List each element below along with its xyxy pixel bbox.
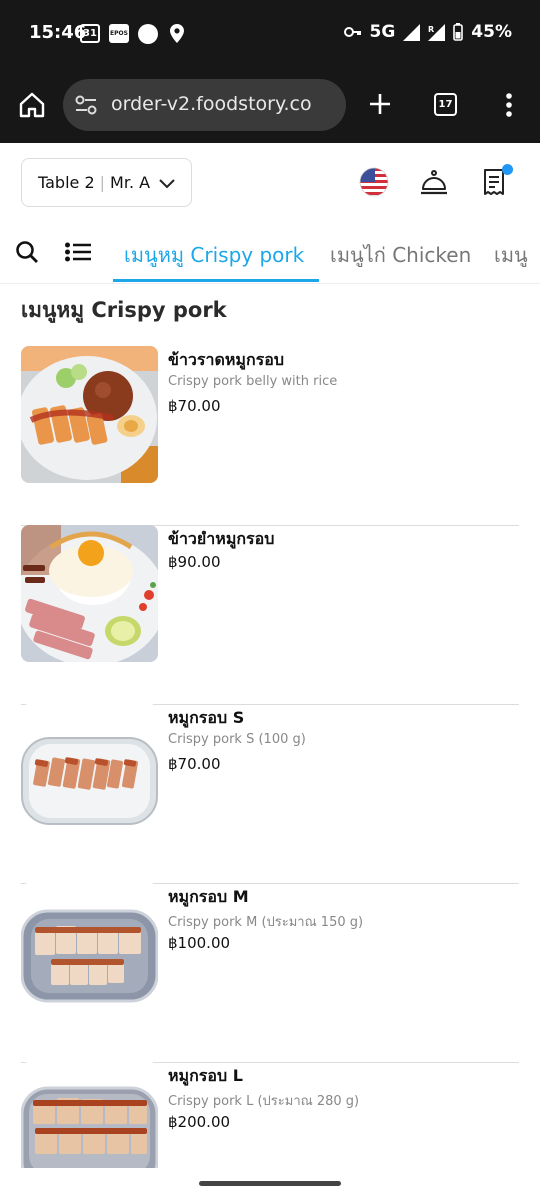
network-type: 5G bbox=[369, 22, 396, 42]
browser-toolbar: order-v2.foodstory.co 17 bbox=[0, 66, 540, 143]
item-name: หมูกรอบ S bbox=[168, 708, 245, 727]
item-name: หมูกรอบ M bbox=[168, 887, 249, 906]
category-list-icon[interactable] bbox=[65, 242, 91, 262]
active-tab-indicator bbox=[113, 279, 319, 282]
address-bar[interactable]: order-v2.foodstory.co bbox=[63, 79, 346, 131]
item-price: ฿70.00 bbox=[168, 755, 221, 773]
calendar-icon: 31 bbox=[80, 24, 100, 43]
gesture-home-bar[interactable] bbox=[199, 1181, 341, 1186]
item-photo bbox=[21, 883, 158, 1020]
item-name: หมูกรอบ L bbox=[168, 1066, 243, 1085]
menu-item[interactable]: หมูกรอบ S Crispy pork S (100 g) ฿70.00 bbox=[21, 704, 519, 884]
section-title: เมนูหมู Crispy pork bbox=[21, 298, 227, 322]
item-price: ฿90.00 bbox=[168, 553, 221, 571]
menu-item[interactable]: ข้าวราดหมูกรอบ Crispy pork belly with ri… bbox=[21, 346, 519, 526]
menu-item[interactable]: หมูกรอบ L Crispy pork L (ประมาณ 280 g) ฿… bbox=[21, 1062, 519, 1200]
order-receipt-button[interactable] bbox=[478, 164, 513, 198]
us-flag-language-icon[interactable] bbox=[358, 166, 390, 198]
home-icon[interactable] bbox=[18, 91, 46, 119]
category-tab-bar: เมนูหมู Crispy pork เมนูไก่ Chicken เมนู bbox=[0, 218, 540, 284]
chevron-down-icon bbox=[159, 179, 175, 189]
site-settings-icon[interactable] bbox=[75, 95, 97, 115]
tab-crispy-pork[interactable]: เมนูหมู Crispy pork bbox=[124, 239, 304, 271]
signal-icon bbox=[403, 23, 421, 41]
notification-badge bbox=[502, 164, 513, 175]
circle-notification-icon bbox=[138, 24, 158, 44]
item-description: Crispy pork S (100 g) bbox=[168, 732, 306, 747]
table-selector-button[interactable]: Table 2 | Mr. A bbox=[21, 158, 192, 207]
item-price: ฿70.00 bbox=[168, 397, 221, 415]
item-name: ข้าวราดหมูกรอบ bbox=[168, 350, 285, 369]
status-time: 15:46 bbox=[29, 22, 87, 43]
item-photo bbox=[21, 525, 158, 662]
new-tab-icon[interactable] bbox=[366, 90, 394, 118]
table-separator: | bbox=[99, 173, 106, 192]
svg-text:R: R bbox=[428, 25, 434, 34]
menu-item[interactable]: ข้าวยำหมูกรอบ ฿90.00 bbox=[21, 525, 519, 705]
url-text: order-v2.foodstory.co bbox=[111, 93, 312, 115]
location-icon bbox=[170, 24, 184, 43]
vpn-key-icon bbox=[343, 27, 361, 37]
item-description: Crispy pork M (ประมาณ 150 g) bbox=[168, 915, 364, 930]
tab-next-category[interactable]: เมนู bbox=[494, 239, 528, 271]
item-price: ฿100.00 bbox=[168, 934, 231, 952]
signal-roaming-icon: R bbox=[428, 23, 446, 41]
tab-chicken[interactable]: เมนูไก่ Chicken bbox=[330, 239, 471, 271]
battery-percent: 45% bbox=[471, 22, 512, 42]
item-name: ข้าวยำหมูกรอบ bbox=[168, 529, 275, 548]
epos-app-icon: EPOS bbox=[109, 24, 129, 43]
table-label: Table 2 bbox=[38, 173, 95, 192]
tab-switcher-button[interactable]: 17 bbox=[434, 93, 457, 116]
item-description: Crispy pork L (ประมาณ 280 g) bbox=[168, 1094, 360, 1109]
customer-name: Mr. A bbox=[110, 173, 151, 192]
search-icon[interactable] bbox=[15, 240, 39, 264]
status-bar: 15:46 31 EPOS 5G R 45% bbox=[0, 0, 540, 66]
status-right-group: 5G R 45% bbox=[343, 22, 512, 42]
battery-icon bbox=[453, 23, 464, 41]
item-photo bbox=[21, 346, 158, 483]
item-description: Crispy pork belly with rice bbox=[168, 374, 338, 389]
item-photo bbox=[21, 1062, 158, 1168]
item-price: ฿200.00 bbox=[168, 1113, 231, 1131]
menu-item[interactable]: หมูกรอบ M Crispy pork M (ประมาณ 150 g) ฿… bbox=[21, 883, 519, 1063]
more-options-icon[interactable] bbox=[505, 92, 513, 118]
item-photo bbox=[21, 704, 158, 841]
call-waiter-bell-icon[interactable] bbox=[418, 166, 450, 198]
